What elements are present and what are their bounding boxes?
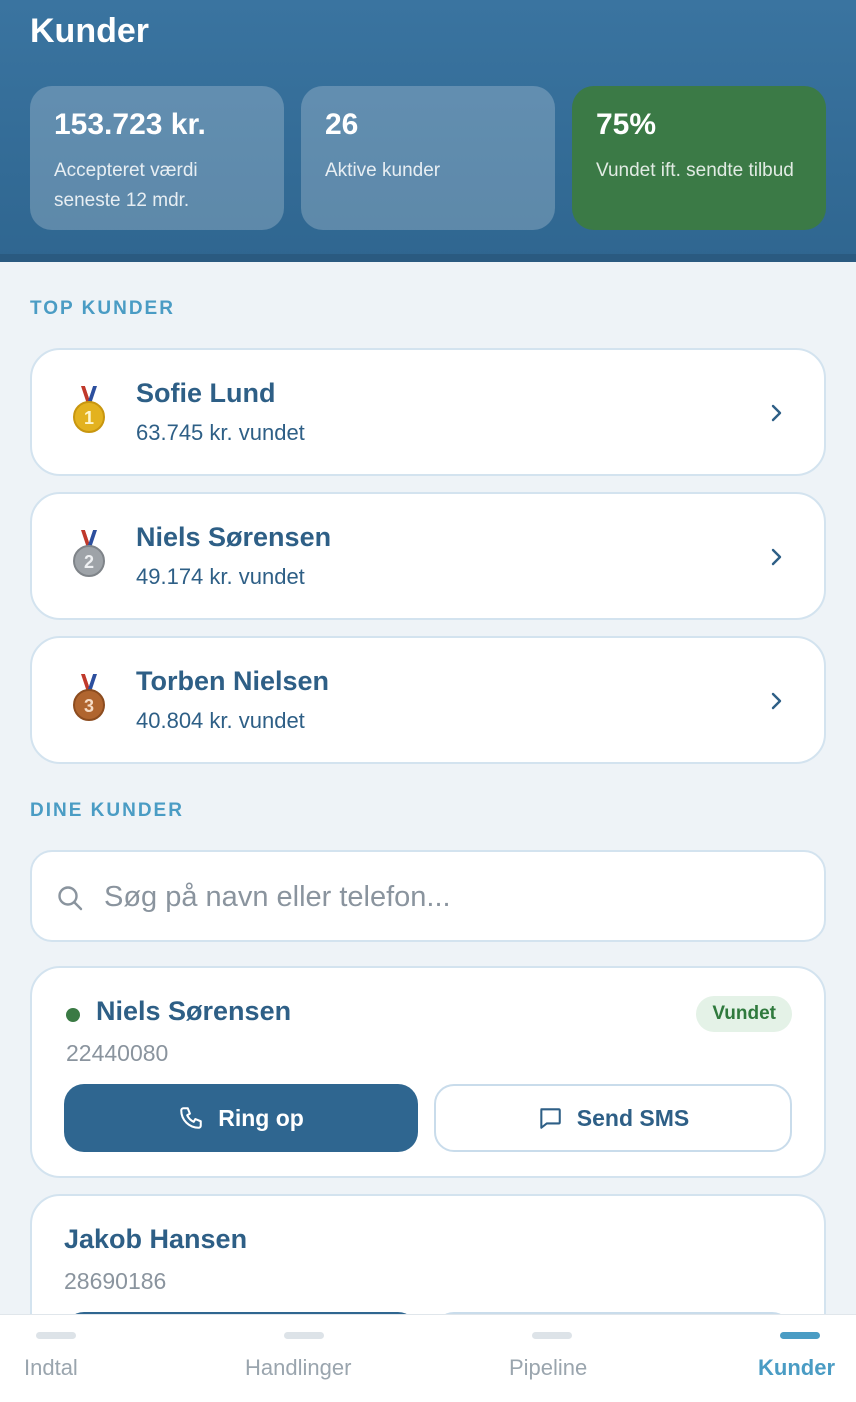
- top-customer-card-2[interactable]: 2 Niels Sørensen 49.174 kr. vundet: [30, 492, 826, 620]
- customer-phone: 28690186: [64, 1268, 167, 1294]
- top-customer-name: Niels Sørensen: [136, 522, 332, 552]
- medal-rank: 2: [84, 552, 94, 572]
- tab-label: Handlinger: [245, 1355, 352, 1380]
- call-button-label: Ring op: [218, 1104, 304, 1131]
- stat-active-customers: 26 Aktive kunder: [301, 86, 555, 230]
- tab-indicator: [36, 1332, 76, 1339]
- customer-phone: 22440080: [66, 1040, 169, 1066]
- status-dot: [66, 1008, 80, 1022]
- medal-bronze-icon: 3: [73, 674, 105, 721]
- top-customer-amount: 40.804 kr. vundet: [136, 708, 305, 733]
- chevron-right-icon: [771, 692, 782, 710]
- tab-label: Kunder: [758, 1355, 835, 1380]
- top-customer-amount: 49.174 kr. vundet: [136, 564, 305, 589]
- bottom-tab-bar: Indtal Handlinger Pipeline Kunder: [0, 1314, 856, 1402]
- stat-label: Accepteret værdi seneste 12 mdr.: [54, 160, 198, 211]
- summary-header: Kunder 153.723 kr. Accepteret værdi sene…: [0, 0, 856, 262]
- customer-name: Niels Sørensen: [96, 996, 292, 1026]
- top-customer-name: Sofie Lund: [136, 378, 276, 408]
- search-input[interactable]: [104, 872, 794, 922]
- chevron-right-icon: [771, 548, 782, 566]
- tab-indicator: [780, 1332, 820, 1339]
- tab-indicator: [284, 1332, 324, 1339]
- search-box[interactable]: [30, 850, 826, 942]
- top-customer-card-3[interactable]: 3 Torben Nielsen 40.804 kr. vundet: [30, 636, 826, 764]
- customer-card[interactable]: Niels Sørensen Vundet 22440080 Ring op S…: [30, 966, 826, 1178]
- tab-indtal[interactable]: Indtal: [0, 1315, 214, 1402]
- top-customer-name: Torben Nielsen: [136, 666, 330, 696]
- tab-kunder[interactable]: Kunder: [642, 1315, 856, 1402]
- customer-name: Jakob Hansen: [64, 1224, 248, 1254]
- stat-label: Aktive kunder: [325, 160, 441, 181]
- send-sms-button[interactable]: Send SMS: [434, 1084, 792, 1152]
- top-customer-card-1[interactable]: 1 Sofie Lund 63.745 kr. vundet: [30, 348, 826, 476]
- medal-silver-icon: 2: [73, 530, 105, 577]
- medal-rank: 3: [84, 696, 94, 716]
- tab-handlinger[interactable]: Handlinger: [214, 1315, 428, 1402]
- search-icon: [58, 886, 83, 911]
- top-customer-amount: 63.745 kr. vundet: [136, 420, 305, 445]
- stat-accepted-value: 153.723 kr. Accepteret værdi seneste 12 …: [30, 86, 284, 230]
- message-icon: [540, 1108, 561, 1129]
- stat-win-rate: 75% Vundet ift. sendte tilbud: [572, 86, 826, 230]
- top-customers-heading: TOP KUNDER: [30, 298, 175, 319]
- call-button[interactable]: Ring op: [64, 1084, 418, 1152]
- phone-icon: [180, 1107, 202, 1129]
- medal-gold-icon: 1: [73, 386, 105, 433]
- chevron-right-icon: [771, 404, 782, 422]
- status-badge: Vundet: [696, 996, 792, 1032]
- tab-label: Indtal: [24, 1355, 78, 1380]
- tab-label: Pipeline: [509, 1355, 588, 1380]
- medal-rank: 1: [84, 408, 94, 428]
- stat-value: 75%: [596, 108, 657, 141]
- send-sms-button-label: Send SMS: [576, 1104, 690, 1131]
- stat-value: 153.723 kr.: [54, 108, 206, 141]
- tab-indicator: [532, 1332, 572, 1339]
- stat-label: Vundet ift. sendte tilbud: [596, 160, 794, 181]
- your-customers-heading: DINE KUNDER: [30, 800, 184, 821]
- stat-value: 26: [325, 108, 359, 141]
- tab-pipeline[interactable]: Pipeline: [428, 1315, 642, 1402]
- page-title: Kunder: [30, 12, 149, 50]
